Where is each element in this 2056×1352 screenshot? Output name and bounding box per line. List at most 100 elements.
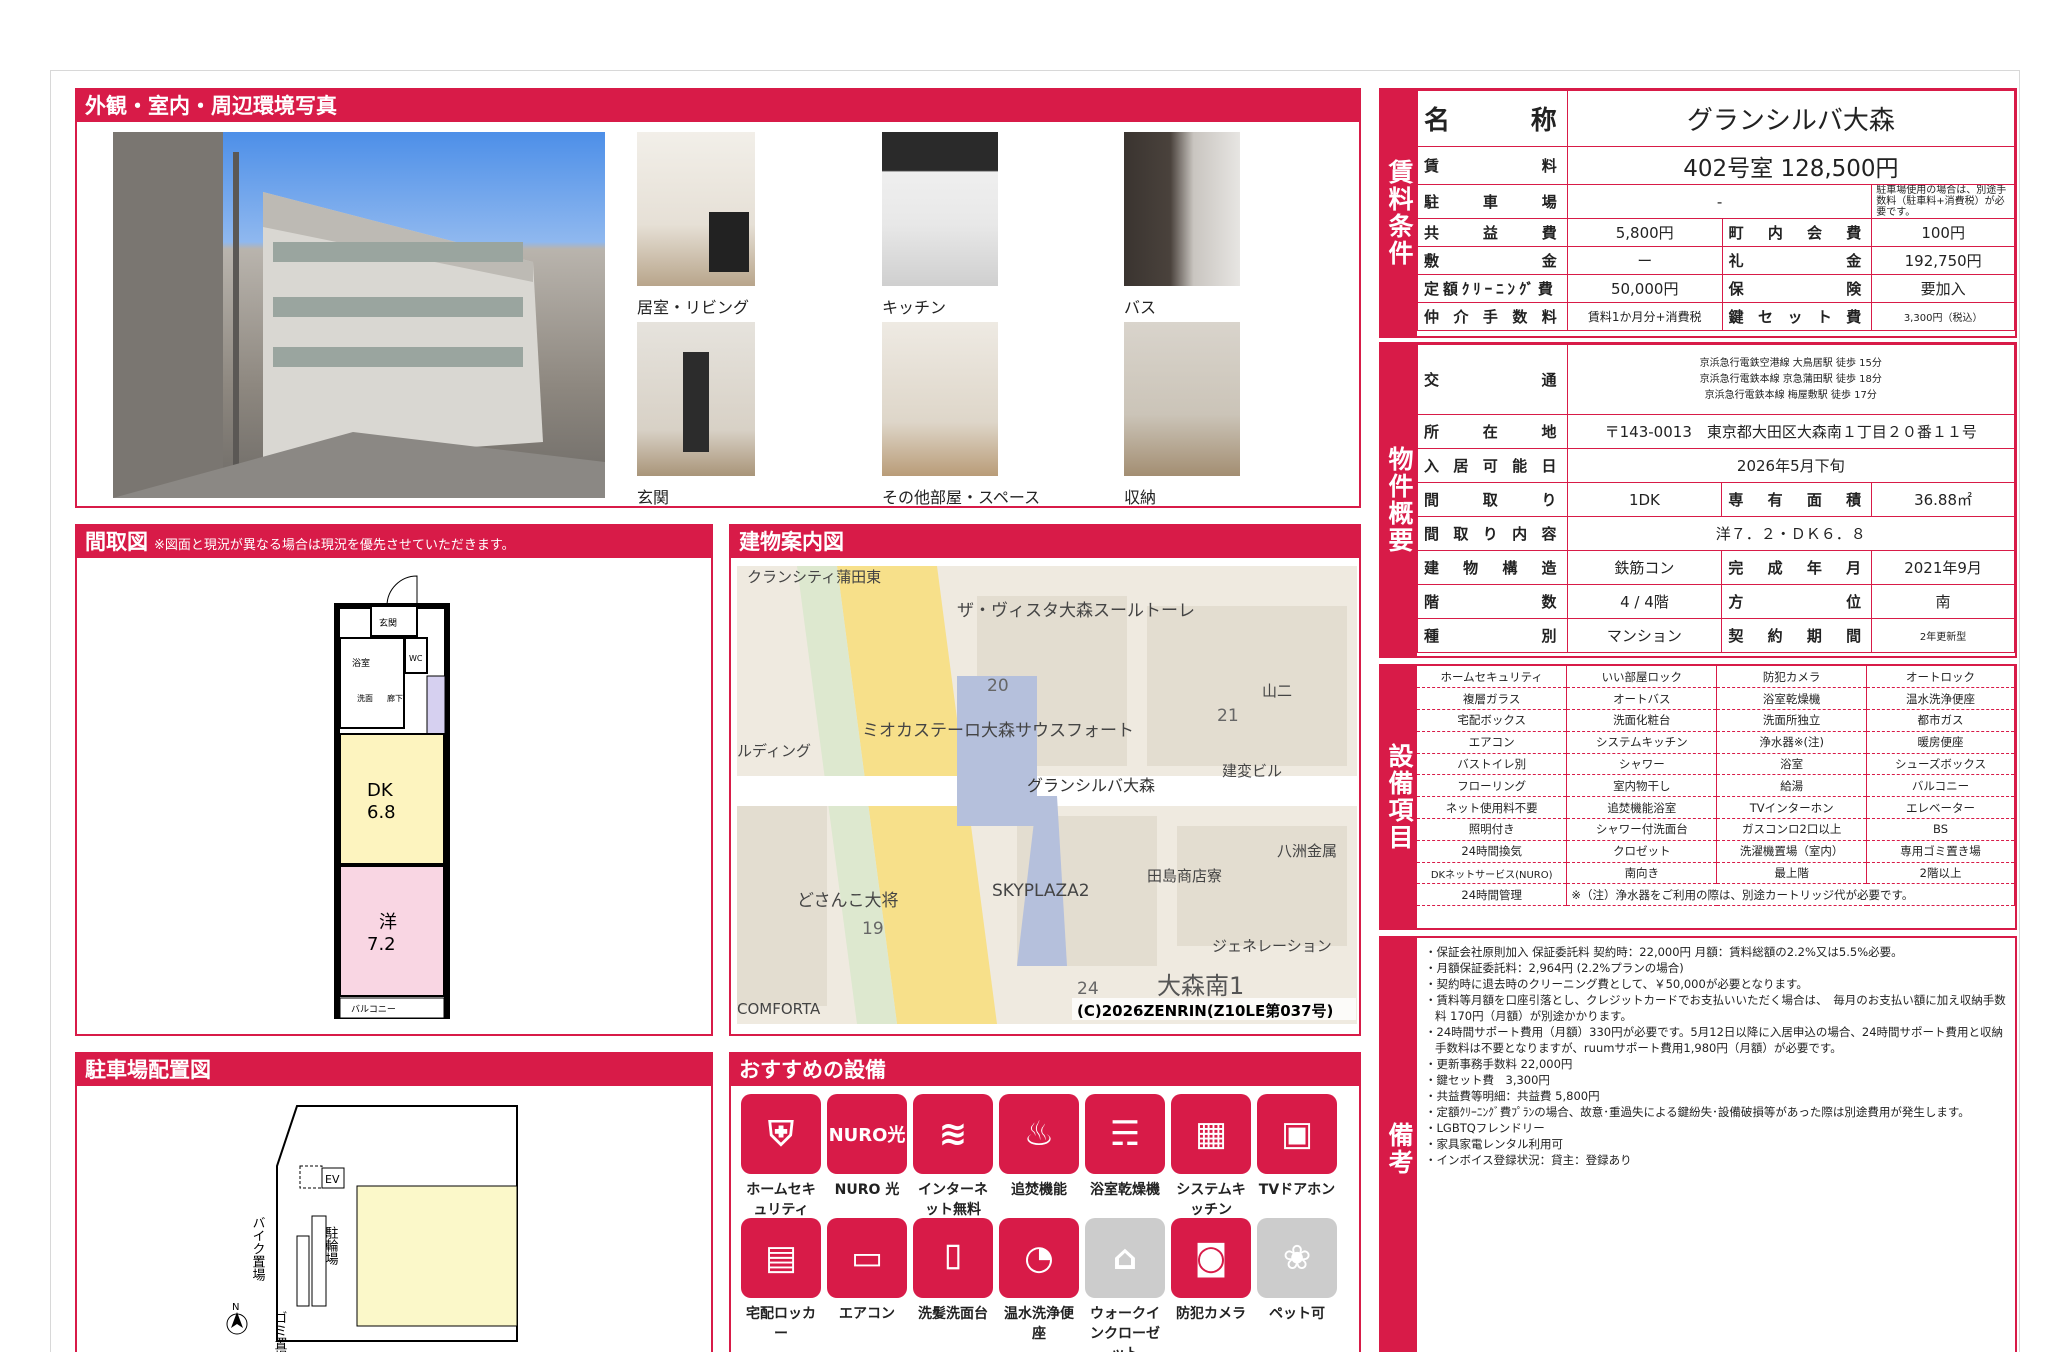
closet-icon: ⌂ <box>1085 1218 1165 1298</box>
equipment-cell: システムキッチン <box>1566 731 1718 754</box>
equipment-cell: 都市ガス <box>1866 709 2015 732</box>
brokerage-key: 仲介手数料 <box>1417 302 1568 331</box>
remark-line: ・家具家電レンタル利用可 <box>1425 1137 1563 1151</box>
equipment-row: フローリング 室内物干し 給湯 バルコニー <box>1417 774 2015 798</box>
equipment-cell: ガスコンロ2口以上 <box>1716 818 1868 841</box>
equipment-cell: DKネットサービス(NURO) <box>1417 862 1568 885</box>
equipment-cell: 複層ガラス <box>1417 687 1568 711</box>
access-line: 京浜急行電鉄本線 京急蒲田駅 徒歩 18分 <box>1699 373 1882 385</box>
area-map: クランシティ蒲田東 ザ・ヴィスタ大森スールトーレ 20 ミオカステーロ大森サウス… <box>737 566 1357 1024</box>
equipment-cell: 洗濯機置場（室内） <box>1716 840 1868 863</box>
equipment-cell: 洗面化粧台 <box>1566 709 1718 732</box>
equipment-cell: 温水洗浄便座 <box>1866 687 2015 711</box>
type-value: マンション <box>1566 618 1723 653</box>
built-key: 完成年月 <box>1721 550 1873 585</box>
remark-line: ・月額保証委託料：2,964円 (2.2%プランの場合) <box>1425 961 1684 975</box>
facilities-panel-title: おすすめの設備 <box>731 1054 1359 1086</box>
equipment-cell: シャワー <box>1566 753 1718 776</box>
insurance-key: 保険 <box>1721 274 1873 303</box>
kyoeki-key: 共益費 <box>1417 218 1568 247</box>
facility-item: ❀ ペット可 <box>1257 1218 1337 1324</box>
access-line: 京浜急行電鉄空港線 大鳥居駅 徒歩 15分 <box>1699 357 1882 369</box>
equipment-row: ホームセキュリティ いい部屋ロック 防犯カメラ オートロック <box>1417 666 2015 689</box>
caption-entrance: 玄関 <box>637 488 670 507</box>
equipment-row: 照明付き シャワー付洗面台 ガスコンロ2口以上 BS <box>1417 818 2015 841</box>
access-key: 交通 <box>1417 344 1568 415</box>
chokai-key: 町内会費 <box>1721 218 1873 247</box>
rent-value: 402号室 128,500円 <box>1566 146 2016 185</box>
equipment-cell: オートロック <box>1866 666 2015 689</box>
map-label-2: 20 <box>987 676 1009 696</box>
parking-label-north: N <box>232 1302 239 1313</box>
floorplan-drawing: 玄関 浴室 WC 洗面 廊下 DK 6.8 洋 7.2 バルコニー <box>334 575 450 1019</box>
map-label-3: ミオカステーロ大森サウスフォート <box>862 721 1134 741</box>
remark-line: ・24時間サポート費用（月額）330円が必要です。5月12日以降に入居申込の場合… <box>1425 1025 2004 1055</box>
map-label-9: SKYPLAZA2 <box>992 881 1090 901</box>
caption-kitchen: キッチン <box>882 298 947 317</box>
parking-note: 駐車場使用の場合は、別途手数料（駐車料+消費税）が必要です。 <box>1871 184 2015 219</box>
equipment-row: 24時間換気 クロゼット 洗濯機置場（室内） 専用ゴミ置き場 <box>1417 840 2015 863</box>
equipment-cell: バルコニー <box>1866 774 2015 798</box>
equipment-cell: 照明付き <box>1417 818 1568 841</box>
map-panel-title: 建物案内図 <box>731 526 1359 558</box>
map-label-4: ルディング <box>737 742 811 760</box>
toilet-icon: ◔ <box>999 1218 1079 1298</box>
remark-line: ・賃料等月額を口座引落とし、クレジットカードでお支払いいただく場合は、 毎月のお… <box>1425 993 2006 1023</box>
facility-label: 防犯カメラ <box>1176 1306 1246 1322</box>
equipment-cell: エレベーター <box>1866 796 2015 820</box>
parking-label-bicycle: 駐輪場 <box>323 1226 339 1265</box>
caption-bath: バス <box>1124 298 1157 317</box>
contract-key: 契約期間 <box>1721 618 1873 653</box>
camera-icon: ◙ <box>1171 1218 1251 1298</box>
insurance-value: 要加入 <box>1871 274 2015 303</box>
remark-line: ・鍵セット費 3,300円 <box>1425 1073 1550 1087</box>
equipment-row: 宅配ボックス 洗面化粧台 洗面所独立 都市ガス <box>1417 709 2015 732</box>
address-value: 〒143-0013 東京都大田区大森南１丁目２０番１１号 <box>1566 414 2016 449</box>
layout-value: 1DK <box>1566 482 1723 517</box>
remarks-list: ・保証会社原則加入 保証委託料 契約時：22,000円 月額：賃料総額の2.2%… <box>1425 944 2011 1168</box>
facility-label: ホームセキュリティ <box>746 1182 816 1218</box>
remark-line: ・LGBTQフレンドリー <box>1425 1121 1545 1135</box>
remark-line: ・定額ｸﾘｰﾆﾝｸﾞ費ﾌﾟﾗﾝの場合、故意･重過失による鍵紛失･設備破損等があっ… <box>1425 1105 1970 1119</box>
property-overview-side-label: 物件概要 <box>1381 344 1417 656</box>
access-value: 京浜急行電鉄空港線 大鳥居駅 徒歩 15分 京浜急行電鉄本線 京急蒲田駅 徒歩 1… <box>1566 344 2016 415</box>
plan-label-hall: 廊下 <box>387 693 403 703</box>
remark-line: ・共益費等明細：共益費 5,800円 <box>1425 1089 1600 1103</box>
equipment-side-label: 設備項目 <box>1381 666 1417 928</box>
property-overview-table: 交通 京浜急行電鉄空港線 大鳥居駅 徒歩 15分 京浜急行電鉄本線 京急蒲田駅 徒歩… <box>1417 344 2016 653</box>
deposit-key: 敷金 <box>1417 246 1568 275</box>
rent-key: 賃料 <box>1417 146 1568 185</box>
rent-conditions-table: 名 称グランシルバ大森 賃料 402号室 128,500円 駐車場 - 駐車場使用の場… <box>1417 90 2016 331</box>
equipment-cell: 2階以上 <box>1866 862 2015 885</box>
property-name: グランシルバ大森 <box>1566 90 2016 147</box>
equipment-cell: ホームセキュリティ <box>1417 666 1568 689</box>
paw-icon: ❀ <box>1257 1218 1337 1298</box>
equipment-cell: 宅配ボックス <box>1417 709 1568 732</box>
parking-label-bike: バイク置場 <box>250 1216 266 1281</box>
plan-label-bath: 浴室 <box>352 657 370 669</box>
facilities-panel: おすすめの設備 ⛨ ホームセキュリティ NURO光 NURO 光 ≋ インターネット無料 ♨… <box>729 1052 1361 1352</box>
equipment-cell: 専用ゴミ置き場 <box>1866 840 2015 863</box>
equipment-cell: 南向き <box>1566 862 1718 885</box>
equipment-table: ホームセキュリティ いい部屋ロック 防犯カメラ オートロック 複層ガラス オートバス 浴室乾… <box>1417 666 2015 907</box>
wifi-icon: ≋ <box>913 1094 993 1174</box>
facility-item: ▦ システムキッチン <box>1171 1094 1251 1220</box>
map-label-14: ジェネレーション <box>1212 937 1332 955</box>
dryer-icon: ☴ <box>1085 1094 1165 1174</box>
plan-label-balcony: バルコニー <box>351 1004 396 1015</box>
map-copyright: (C)2026ZENRIN(Z10LE第037号) <box>1077 1002 1333 1020</box>
parking-panel-title: 駐車場配置図 <box>77 1054 711 1086</box>
parking-label-ev: EV <box>325 1173 340 1186</box>
facility-item: ▤ 宅配ロッカー <box>741 1218 821 1344</box>
caption-storage: 収納 <box>1124 488 1157 507</box>
parking-value: - <box>1566 184 1873 219</box>
equipment-row: DKネットサービス(NURO) 南向き 最上階 2階以上 <box>1417 862 2015 885</box>
address-key: 所在地 <box>1417 414 1568 449</box>
plan-label-wash: 洗面 <box>357 693 373 703</box>
facility-label: TVドアホン <box>1258 1182 1336 1198</box>
facility-label: 洗髪洗面台 <box>918 1306 988 1322</box>
equipment-cell: バストイレ別 <box>1417 753 1568 776</box>
photos-panel-title: 外観・室内・周辺環境写真 <box>77 90 1359 122</box>
equipment-cell: 給湯 <box>1716 774 1868 798</box>
equipment-note: ※（注）浄水器をご利用の際は、別途カートリッジ代が必要です。 <box>1566 883 2015 907</box>
